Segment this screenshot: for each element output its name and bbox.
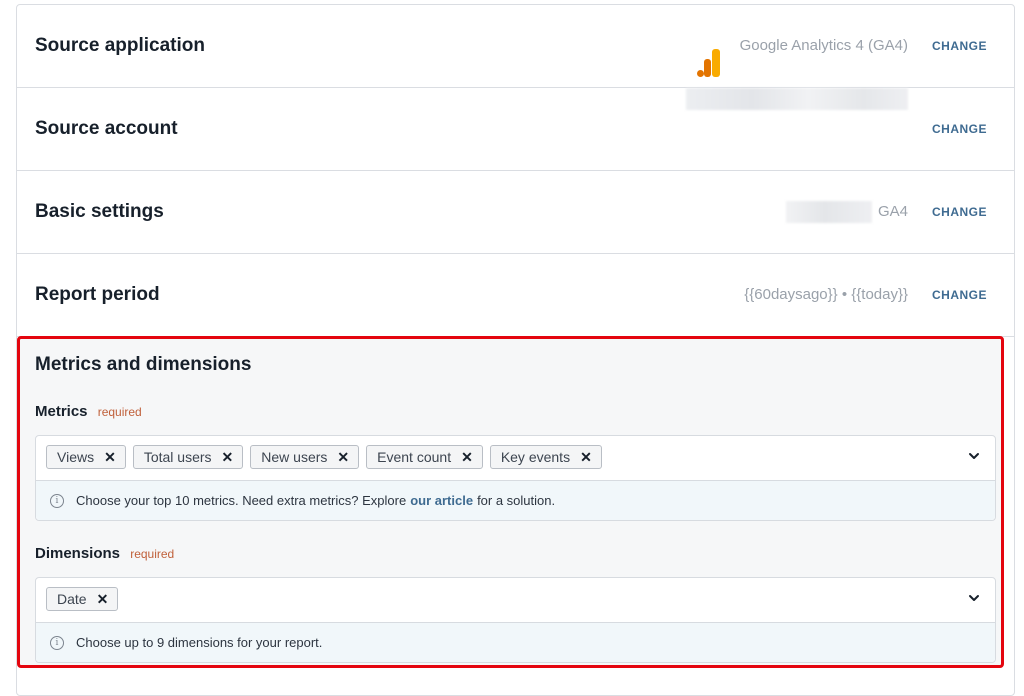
chevron-down-icon[interactable] <box>967 591 981 605</box>
metric-chip-views: Views ✕ <box>46 445 126 469</box>
report-period-value: {{60daysago}} • {{today}} <box>744 286 908 303</box>
source-application-title: Source application <box>35 35 205 56</box>
change-source-application-button[interactable]: CHANGE <box>932 5 987 87</box>
basic-settings-title: Basic settings <box>35 201 164 222</box>
remove-chip-icon[interactable]: ✕ <box>461 449 473 466</box>
chip-label: New users <box>261 449 328 465</box>
redacted-account-name <box>686 88 908 110</box>
remove-chip-icon[interactable]: ✕ <box>580 449 592 466</box>
chip-label: Total users <box>143 449 212 465</box>
metrics-label: Metrics required <box>35 403 142 420</box>
chip-label: Views <box>57 449 95 465</box>
google-analytics-icon <box>696 32 721 77</box>
dimensions-label: Dimensions required <box>35 545 174 562</box>
remove-chip-icon[interactable]: ✕ <box>104 449 116 466</box>
metrics-dimensions-title: Metrics and dimensions <box>35 354 252 375</box>
remove-chip-icon[interactable]: ✕ <box>97 591 109 608</box>
dimensions-chips: Date ✕ <box>46 587 119 611</box>
metrics-required-tag: required <box>97 405 142 419</box>
metrics-hint: i Choose your top 10 metrics. Need extra… <box>36 480 995 520</box>
dimensions-select[interactable]: Date ✕ i Choose up to 9 dimensions for y… <box>35 577 996 663</box>
chevron-down-icon[interactable] <box>967 449 981 463</box>
chip-label: Date <box>57 591 87 607</box>
metrics-chips: Views ✕ Total users ✕ New users ✕ Event … <box>46 445 602 469</box>
report-period-row: Report period {{60daysago}} • {{today}} … <box>17 254 1014 337</box>
change-basic-settings-button[interactable]: CHANGE <box>932 171 987 253</box>
metrics-dimensions-section: Metrics and dimensions Metrics required … <box>17 336 1004 668</box>
source-application-value: Google Analytics 4 (GA4) <box>696 5 908 87</box>
change-report-period-button[interactable]: CHANGE <box>932 254 987 336</box>
source-application-name: Google Analytics 4 (GA4) <box>739 37 908 54</box>
metrics-select[interactable]: Views ✕ Total users ✕ New users ✕ Event … <box>35 435 996 521</box>
metric-chip-key-events: Key events ✕ <box>489 445 602 469</box>
chip-label: Event count <box>377 449 452 465</box>
remove-chip-icon[interactable]: ✕ <box>337 449 349 466</box>
dimension-chip-date: Date ✕ <box>46 587 119 611</box>
basic-settings-text: GA4 <box>877 203 908 220</box>
change-source-account-button[interactable]: CHANGE <box>932 88 987 170</box>
metric-chip-new-users: New users ✕ <box>250 445 360 469</box>
redacted-property-name <box>785 201 872 223</box>
metric-chip-event-count: Event count ✕ <box>366 445 483 469</box>
source-application-row: Source application Google Analytics 4 (G… <box>17 5 1014 88</box>
info-icon: i <box>50 635 64 650</box>
metrics-select-field[interactable]: Views ✕ Total users ✕ New users ✕ Event … <box>36 436 995 480</box>
metric-chip-total-users: Total users ✕ <box>132 445 244 469</box>
source-account-row: Source account CHANGE <box>17 88 1014 171</box>
dimensions-select-field[interactable]: Date ✕ <box>36 578 995 622</box>
chip-label: Key events <box>500 449 571 465</box>
dimensions-hint-text: Choose up to 9 dimensions for your repor… <box>76 635 323 650</box>
dimensions-hint: i Choose up to 9 dimensions for your rep… <box>36 622 995 662</box>
metrics-hint-text: Choose your top 10 metrics. Need extra m… <box>76 493 407 508</box>
dimensions-required-tag: required <box>130 547 175 561</box>
source-account-value <box>686 88 908 110</box>
basic-settings-row: Basic settings GA4 CHANGE <box>17 171 1014 254</box>
metrics-label-text: Metrics <box>35 403 88 420</box>
remove-chip-icon[interactable]: ✕ <box>222 449 234 466</box>
source-account-title: Source account <box>35 118 178 139</box>
report-period-title: Report period <box>35 284 160 305</box>
dimensions-label-text: Dimensions <box>35 545 121 562</box>
our-article-link[interactable]: our article <box>410 493 473 508</box>
info-icon: i <box>50 493 64 508</box>
metrics-hint-text-end: for a solution. <box>477 493 556 508</box>
basic-settings-value: GA4 <box>785 171 908 253</box>
